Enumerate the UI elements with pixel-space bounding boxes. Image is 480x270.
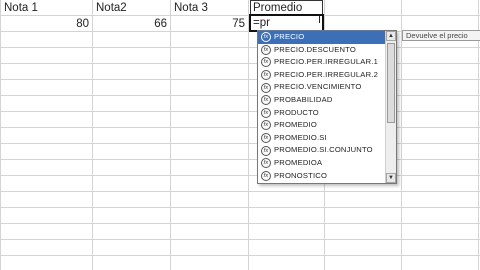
header-nota-2[interactable]: Nota2: [93, 0, 170, 16]
grid-line: [0, 111, 480, 112]
function-icon: fx: [261, 32, 271, 43]
autocomplete-item-label: PROMEDIO.SI.CONJUNTO: [274, 145, 373, 155]
function-icon: fx: [261, 44, 271, 55]
autocomplete-item-label: PRODUCTO: [274, 107, 319, 117]
grid-line: [0, 47, 480, 48]
function-icon: fx: [261, 70, 271, 81]
grid-line: [0, 191, 480, 192]
function-icon: fx: [261, 170, 271, 181]
cell-nota-3[interactable]: 75: [171, 16, 248, 32]
grid-line: [0, 127, 480, 128]
header-nota-1[interactable]: Nota 1: [1, 0, 92, 16]
autocomplete-item[interactable]: fx PROBABILIDAD: [258, 94, 386, 107]
function-icon: fx: [261, 120, 271, 131]
autocomplete-scrollbar[interactable]: ▲ ▼: [385, 31, 396, 183]
autocomplete-item-label: PRECIO.PER.IRREGULAR.1: [274, 57, 378, 67]
grid-line: [248, 0, 249, 270]
autocomplete-item-label: PRONOSTICO: [274, 170, 328, 180]
autocomplete-item[interactable]: fx PRONOSTICO: [258, 170, 386, 183]
autocomplete-list[interactable]: fx PRECIO fx PRECIO.DESCUENTO fx PRECIO.PER…: [258, 31, 386, 183]
autocomplete-item[interactable]: fx PROMEDIOA: [258, 157, 386, 170]
autocomplete-item[interactable]: fx PRECIO.VENCIMIENTO: [258, 81, 386, 94]
autocomplete-item[interactable]: fx PRECIO.DESCUENTO: [258, 44, 386, 57]
cell-nota-1[interactable]: 80: [1, 16, 92, 32]
grid-line: [0, 175, 480, 176]
grid-line: [0, 79, 480, 80]
autocomplete-item-label: PRECIO.DESCUENTO: [274, 44, 356, 54]
function-autocomplete[interactable]: fx PRECIO fx PRECIO.DESCUENTO fx PRECIO.PER…: [257, 30, 397, 184]
grid-line: [0, 143, 480, 144]
autocomplete-item-label: PROBABILIDAD: [274, 94, 333, 104]
autocomplete-item-label: PROMEDIOA: [274, 157, 323, 167]
autocomplete-item-label: PROMEDIO: [274, 120, 317, 130]
autocomplete-item-label: PRECIO.PER.IRREGULAR.2: [274, 69, 378, 79]
autocomplete-item[interactable]: fx PROMEDIO.SI.CONJUNTO: [258, 144, 386, 157]
grid-line: [0, 95, 480, 96]
autocomplete-item[interactable]: fx PROMEDIO: [258, 119, 386, 132]
autocomplete-item[interactable]: fx PRECIO: [258, 31, 386, 44]
function-icon: fx: [261, 82, 271, 93]
cell-nota-2[interactable]: 66: [93, 16, 170, 32]
autocomplete-item[interactable]: fx PRECIO.PER.IRREGULAR.1: [258, 56, 386, 69]
scroll-thumb[interactable]: [387, 43, 395, 123]
grid-line: [0, 255, 480, 256]
grid-line: [92, 0, 93, 270]
function-tooltip: Devuelve el precio: [402, 30, 480, 41]
function-icon: fx: [261, 133, 271, 144]
autocomplete-item-label: PRECIO.VENCIMIENTO: [274, 82, 362, 92]
grid-line: [0, 207, 480, 208]
scroll-down-icon[interactable]: ▼: [386, 173, 396, 183]
scroll-up-icon[interactable]: ▲: [386, 31, 396, 41]
function-icon: fx: [261, 95, 271, 106]
grid-line: [0, 63, 480, 64]
autocomplete-item[interactable]: fx PRODUCTO: [258, 107, 386, 120]
function-icon: fx: [261, 57, 271, 68]
autocomplete-item[interactable]: fx PRECIO.PER.IRREGULAR.2: [258, 69, 386, 82]
grid-line: [0, 159, 480, 160]
function-icon: fx: [261, 107, 271, 118]
function-icon: fx: [261, 158, 271, 169]
header-nota-3[interactable]: Nota 3: [171, 0, 248, 16]
grid-line: [0, 223, 480, 224]
autocomplete-item-label: PROMEDIO.SI: [274, 132, 327, 142]
function-icon: fx: [261, 145, 271, 156]
grid-line: [0, 0, 1, 270]
mouse-ibeam-cursor: I: [318, 14, 322, 26]
grid-line: [0, 239, 480, 240]
autocomplete-item[interactable]: fx PROMEDIO.SI: [258, 132, 386, 145]
grid-line: [170, 0, 171, 270]
autocomplete-item-label: PRECIO: [274, 32, 305, 41]
